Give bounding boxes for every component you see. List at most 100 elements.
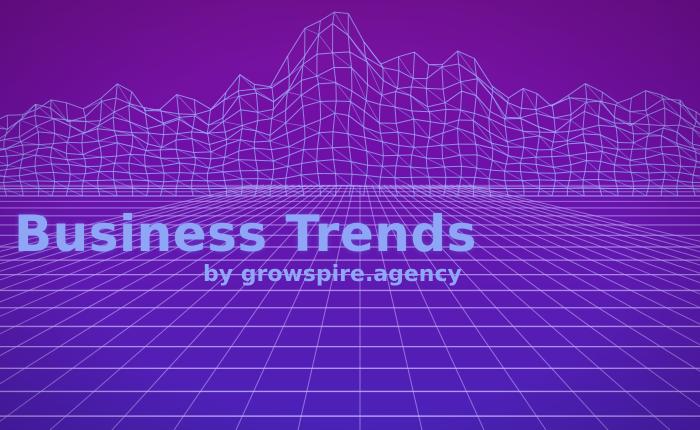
- mountain-wire-vertical: [584, 160, 588, 172]
- mountain-wire-vertical: [676, 188, 679, 197]
- mountain-wire-horizontal: [129, 121, 148, 130]
- mountain-wire-horizontal: [257, 108, 274, 113]
- mountain-wire-diagonal: [161, 146, 177, 150]
- mountain-wire-horizontal: [398, 51, 415, 58]
- mountain-wire-horizontal: [444, 90, 462, 104]
- mountain-wire-horizontal: [162, 162, 180, 167]
- mountain-wire-horizontal: [285, 105, 304, 124]
- mountain-wire-diagonal: [441, 144, 461, 156]
- mountain-wire-vertical: [97, 188, 101, 197]
- mountain-wire-horizontal: [19, 125, 37, 138]
- mountain-wire-vertical: [115, 135, 118, 143]
- mountain-wire-diagonal: [273, 160, 289, 167]
- mountain-wire-horizontal: [301, 160, 317, 165]
- mountain-wire-horizontal: [395, 91, 411, 97]
- mountain-wire-horizontal: [348, 115, 364, 128]
- mountain-wire-vertical: [239, 170, 243, 180]
- mountain-wire-vertical: [488, 118, 491, 133]
- mountain-wire-horizontal: [316, 159, 334, 162]
- mountain-wire-vertical: [350, 90, 353, 102]
- mountain-wire-horizontal: [51, 146, 67, 154]
- mountain-wire-diagonal: [537, 172, 556, 181]
- mountain-wire-horizontal: [191, 138, 210, 146]
- mountain-wire-horizontal: [257, 178, 273, 180]
- mountain-wire-diagonal: [615, 126, 634, 144]
- mountain-wire-horizontal: [630, 157, 646, 161]
- mountain-wire-vertical: [629, 149, 633, 161]
- banner-subtitle: by growspire.agency: [203, 262, 462, 287]
- mountain-wire-diagonal: [82, 154, 102, 158]
- mountain-wire-diagonal: [506, 141, 524, 148]
- mountain-wire-diagonal: [476, 75, 493, 96]
- mountain-wire-horizontal: [176, 148, 194, 153]
- mountain-wire-vertical: [458, 109, 462, 121]
- mountain-wire-horizontal: [83, 97, 102, 110]
- mountain-wire-vertical: [692, 125, 696, 130]
- mountain-wire-vertical: [520, 118, 524, 132]
- mountain-wire-diagonal: [97, 188, 118, 197]
- mountain-wire-horizontal: [535, 104, 553, 111]
- mountain-wire-vertical: [661, 127, 664, 136]
- mountain-wire-horizontal: [301, 75, 318, 81]
- mountain-wire-vertical: [224, 131, 228, 140]
- mountain-wire-vertical: [381, 155, 384, 167]
- mountain-wire-horizontal: [82, 146, 101, 156]
- mountain-wire-horizontal: [0, 181, 4, 184]
- mountain-wire-horizontal: [429, 108, 446, 113]
- mountain-wire-vertical: [412, 52, 416, 79]
- mountain-wire-vertical: [474, 167, 478, 178]
- mountain-wire-diagonal: [633, 142, 647, 150]
- mountain-wire-vertical: [129, 121, 133, 133]
- mountain-wire-vertical: [222, 157, 226, 166]
- mountain-wire-diagonal: [333, 11, 349, 36]
- mountain-wire-horizontal: [332, 146, 350, 149]
- mountain-wire-vertical: [69, 174, 71, 182]
- mountain-wire-vertical: [114, 156, 118, 164]
- mountain-wire-diagonal: [19, 119, 37, 127]
- mountain-wire-vertical: [65, 188, 69, 197]
- mountain-wire-vertical: [100, 157, 103, 167]
- mountain-wire-horizontal: [679, 155, 697, 162]
- mountain-wire-vertical: [52, 133, 56, 144]
- mountain-wire-vertical: [331, 147, 335, 160]
- mountain-wire-horizontal: [163, 180, 178, 183]
- mountain-wire-horizontal: [21, 154, 37, 160]
- mountain-wire-vertical: [410, 86, 412, 96]
- mountain-wire-horizontal: [148, 132, 164, 136]
- mountain-wire-horizontal: [84, 101, 102, 118]
- mountain-wire-horizontal: [694, 125, 700, 129]
- mountain-wire-vertical: [535, 149, 538, 158]
- mountain-wire-vertical: [208, 158, 212, 169]
- mountain-wire-vertical: [566, 131, 570, 141]
- mountain-wire-vertical: [692, 166, 696, 176]
- mountain-wire-vertical: [350, 161, 353, 175]
- mountain-wire-vertical: [222, 121, 226, 133]
- mountain-wire-vertical: [378, 187, 381, 197]
- mountain-wire-vertical: [300, 163, 303, 176]
- mountain-wire-vertical: [660, 146, 664, 154]
- mountain-wire-vertical: [18, 167, 21, 176]
- mountain-wire-vertical: [381, 80, 384, 96]
- mountain-wire-vertical: [505, 102, 509, 118]
- mountain-wire-vertical: [191, 173, 194, 181]
- mountain-wire-horizontal: [506, 162, 521, 165]
- mountain-wire-horizontal: [553, 114, 572, 119]
- mountain-wire-diagonal: [504, 118, 523, 132]
- mountain-wire-vertical: [632, 181, 635, 189]
- mountain-wire-vertical: [551, 141, 554, 150]
- mountain-wire-diagonal: [316, 160, 336, 174]
- mountain-wire-horizontal: [629, 163, 647, 166]
- mountain-wire-vertical: [567, 180, 570, 189]
- mountain-wire-horizontal: [335, 82, 353, 92]
- mountain-wire-diagonal: [4, 148, 24, 155]
- mountain-wire-vertical: [82, 173, 86, 181]
- mountain-wire-vertical: [269, 118, 273, 136]
- mountain-wire-diagonal: [570, 119, 584, 130]
- mountain-wire-vertical: [129, 146, 133, 155]
- mountain-wire-diagonal: [382, 165, 396, 179]
- mountain-wire-horizontal: [582, 124, 599, 130]
- mountain-wire-vertical: [444, 109, 447, 125]
- mountain-wire-horizontal: [23, 148, 38, 155]
- mountain-wire-horizontal: [287, 163, 302, 167]
- mountain-wire-diagonal: [163, 172, 179, 182]
